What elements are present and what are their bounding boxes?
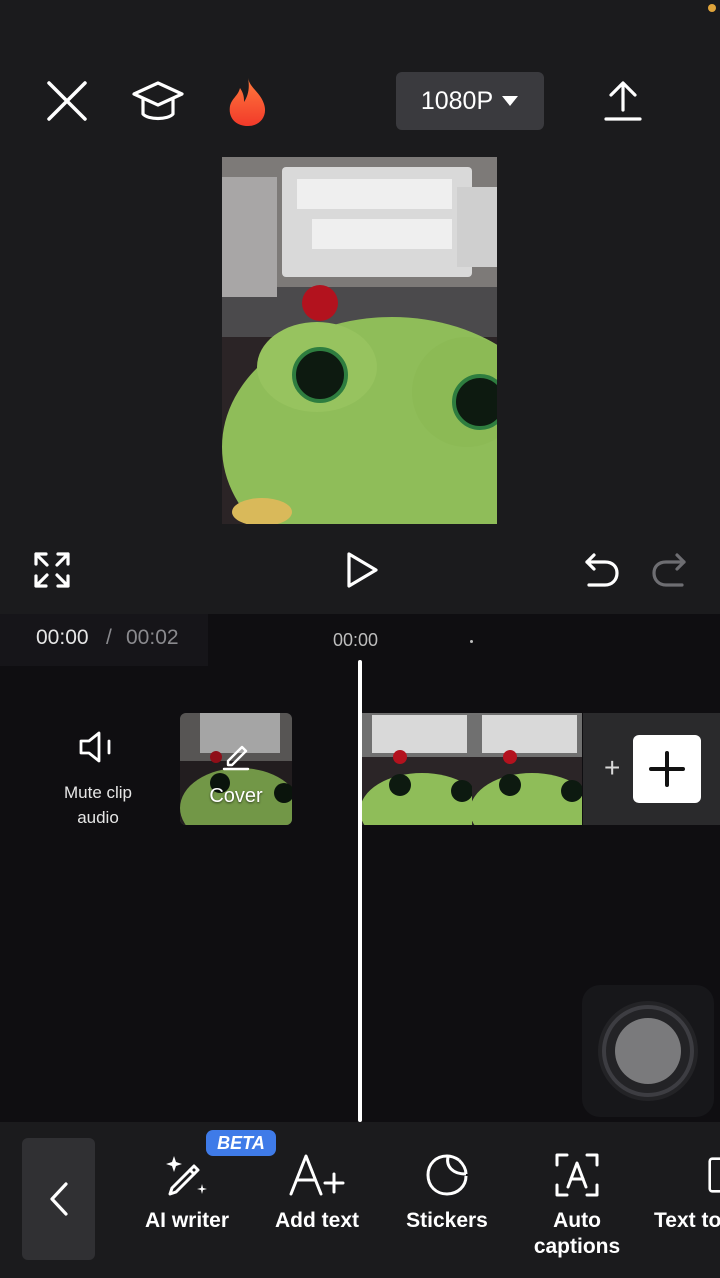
flame-icon[interactable] — [226, 76, 270, 128]
resolution-label: 1080P — [420, 86, 494, 115]
record-button[interactable] — [582, 985, 714, 1117]
tool-text-to[interactable]: Text to — [642, 1148, 720, 1234]
tool-label: AI writer — [144, 1209, 230, 1232]
chevron-left-icon — [49, 1182, 68, 1216]
resolution-dropdown[interactable]: 1080P — [396, 72, 544, 130]
redo-icon[interactable] — [650, 551, 688, 589]
tool-label: Text to — [654, 1209, 720, 1232]
current-time: 00:00 — [36, 626, 89, 649]
add-clip-button[interactable] — [633, 735, 701, 803]
tool-label-line2: captions — [533, 1235, 621, 1258]
add-ending-plus: + — [604, 752, 621, 783]
cover-label: Cover — [209, 785, 263, 807]
stickers-icon — [426, 1154, 468, 1196]
video-preview[interactable] — [222, 157, 497, 524]
add-text-icon — [289, 1154, 345, 1196]
text-to-icon — [708, 1157, 720, 1193]
close-icon[interactable] — [44, 78, 90, 124]
total-time: 00:02 — [126, 626, 179, 649]
playhead[interactable] — [358, 660, 362, 1122]
play-icon[interactable] — [344, 550, 380, 590]
tool-add-text[interactable]: Add text — [252, 1148, 382, 1234]
mute-clip-audio-button[interactable]: Mute clip audio — [48, 780, 148, 830]
cover-button[interactable]: Cover — [180, 713, 292, 825]
video-clip-thumbnail[interactable] — [362, 713, 472, 825]
video-clip-thumbnail[interactable] — [472, 713, 582, 825]
tutorial-icon[interactable] — [130, 78, 186, 126]
speaker-icon[interactable] — [78, 730, 118, 764]
tool-stickers[interactable]: Stickers — [382, 1148, 512, 1234]
tool-label: Stickers — [406, 1209, 488, 1232]
time-separator: / — [106, 626, 112, 649]
auto-captions-icon — [555, 1153, 599, 1197]
tool-auto-captions[interactable]: Auto captions — [512, 1148, 642, 1260]
tool-label: Add text — [275, 1209, 359, 1232]
tool-label-line1: Auto — [553, 1209, 601, 1232]
undo-icon[interactable] — [583, 551, 621, 589]
plus-icon — [649, 751, 685, 787]
ruler-tick — [470, 640, 473, 643]
status-dot — [708, 4, 716, 12]
chevron-down-icon — [502, 96, 519, 106]
ai-writer-icon — [166, 1156, 207, 1196]
tool-ai-writer[interactable]: AI writer — [122, 1148, 252, 1234]
ruler-time-label: 00:00 — [333, 630, 379, 650]
mute-label-line1: Mute clip — [63, 783, 133, 802]
toolbar-back-button[interactable] — [22, 1138, 95, 1260]
fullscreen-icon[interactable] — [33, 551, 71, 589]
export-icon[interactable] — [603, 80, 643, 122]
mute-label-line2: audio — [77, 808, 119, 827]
